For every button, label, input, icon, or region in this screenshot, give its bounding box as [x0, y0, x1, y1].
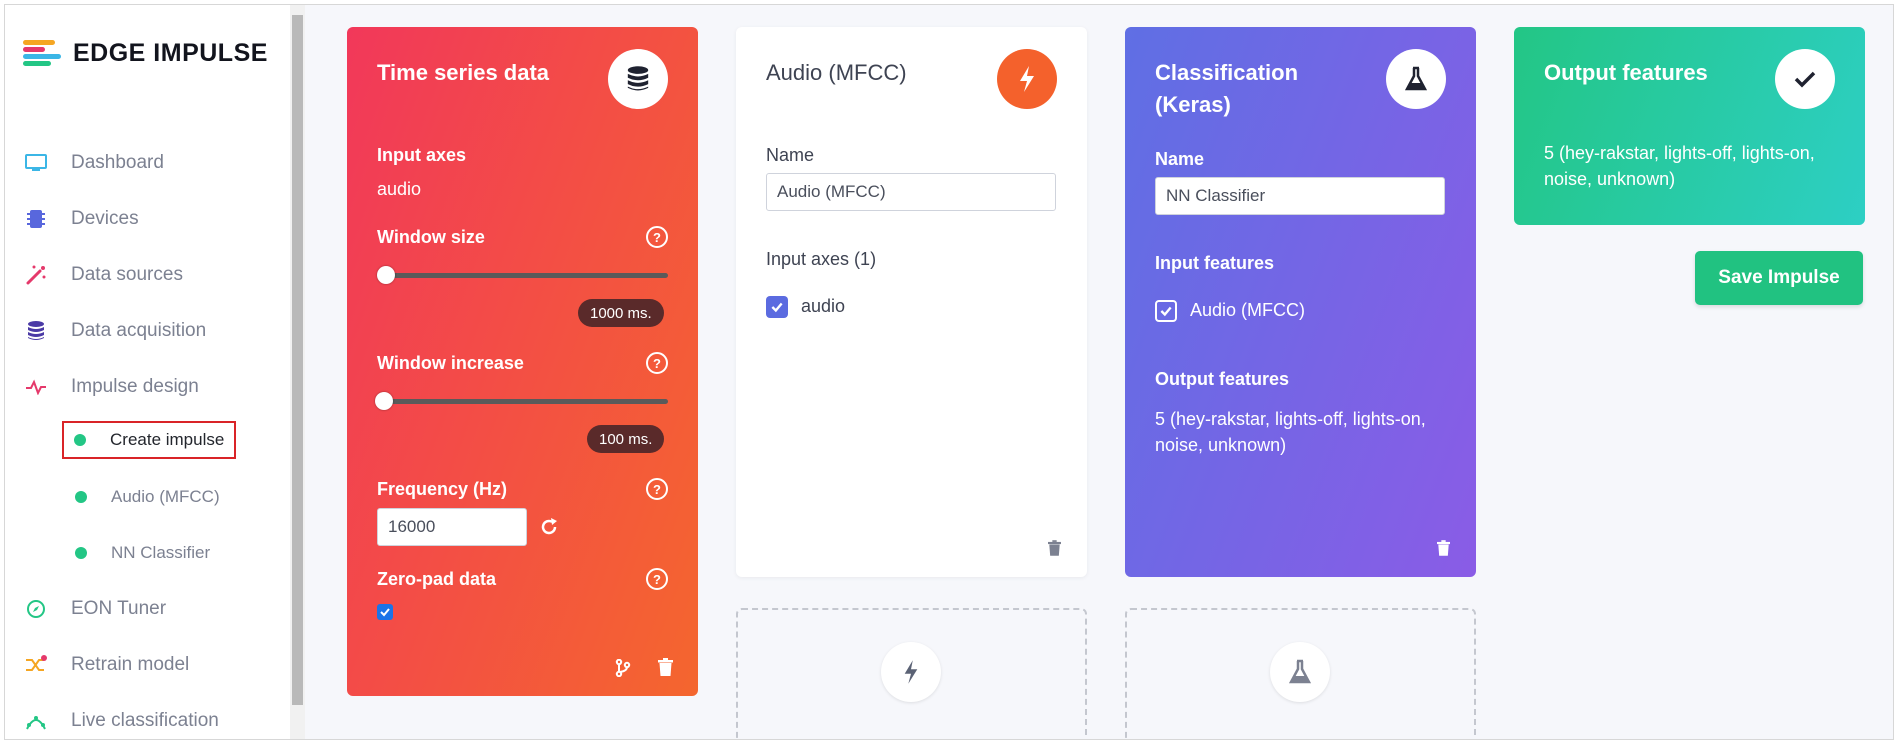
shuffle-icon: [23, 652, 49, 678]
sidebar-item-live-classification[interactable]: Live classification: [23, 706, 219, 736]
brand-name: EDGE IMPULSE: [73, 38, 268, 67]
window-increase-slider-thumb[interactable]: [375, 392, 393, 410]
save-impulse-button[interactable]: Save Impulse: [1695, 251, 1863, 305]
database-icon: [608, 49, 668, 109]
sidebar-item-label: Devices: [71, 208, 139, 229]
flask-icon: [1386, 49, 1446, 109]
lightning-icon: [997, 49, 1057, 109]
input-feature-checkbox[interactable]: [1155, 300, 1177, 322]
add-processing-block[interactable]: [736, 608, 1087, 739]
flask-icon: [1270, 642, 1330, 702]
output-features-line1: 5 (hey-rakstar, lights-off, lights-on,: [1544, 143, 1815, 163]
sidebar-item-label: EON Tuner: [71, 598, 167, 619]
classification-card: Classification (Keras) Name Input featur…: [1125, 27, 1476, 577]
audio-axis-label: audio: [801, 296, 846, 316]
input-axes-label: Input axes: [377, 145, 467, 165]
card-title-line2: (Keras): [1155, 92, 1231, 117]
sidebar-subitem-label: NN Classifier: [111, 543, 211, 562]
add-learning-block[interactable]: [1125, 608, 1476, 739]
status-dot-icon: [74, 434, 86, 446]
audio-mfcc-card: Audio (MFCC) Name Input axes (1) audio: [736, 27, 1087, 577]
time-series-card: Time series data Input axes audio Window…: [347, 27, 698, 696]
window-increase-label: Window increase: [377, 353, 524, 373]
frequency-input[interactable]: [377, 508, 527, 546]
status-dot-icon: [75, 491, 87, 503]
input-feature-label: Audio (MFCC): [1190, 300, 1306, 320]
help-icon[interactable]: ?: [646, 226, 668, 248]
sidebar-item-eon-tuner[interactable]: EON Tuner: [23, 594, 166, 624]
sidebar-item-label: Impulse design: [71, 376, 199, 397]
app-frame: EDGE IMPULSE Dashboard Devices Data sour…: [4, 4, 1894, 740]
block-name-input[interactable]: [1155, 177, 1445, 215]
sidebar-item-retrain-model[interactable]: Retrain model: [23, 650, 189, 680]
chip-icon: [23, 206, 49, 232]
compass-icon: [23, 596, 49, 622]
trash-icon[interactable]: [1048, 540, 1061, 561]
name-label: Name: [766, 145, 815, 165]
frequency-label: Frequency (Hz): [377, 479, 508, 499]
window-size-value: 1000 ms.: [578, 299, 664, 327]
trash-icon[interactable]: [1437, 540, 1450, 561]
branch-icon[interactable]: [615, 658, 631, 682]
audio-axis-checkbox[interactable]: [766, 296, 788, 318]
scrollbar-thumb[interactable]: [292, 15, 303, 705]
input-axes-value: audio: [377, 179, 422, 199]
sidebar-subitem-label: Audio (MFCC): [111, 487, 220, 506]
sidebar-item-label: Dashboard: [71, 152, 164, 173]
name-label: Name: [1155, 149, 1205, 169]
block-name-input[interactable]: [766, 173, 1056, 211]
sidebar-item-dashboard[interactable]: Dashboard: [23, 148, 164, 178]
output-features-label: Output features: [1155, 369, 1290, 389]
database-icon: [23, 318, 49, 344]
sidebar: EDGE IMPULSE Dashboard Devices Data sour…: [5, 5, 290, 739]
input-axes-label: Input axes (1): [766, 249, 877, 269]
output-features-card: Output features 5 (hey-rakstar, lights-o…: [1514, 27, 1865, 225]
sidebar-subitem-nn-classifier[interactable]: NN Classifier: [65, 536, 210, 570]
lightning-icon: [881, 642, 941, 702]
card-title-line1: Classification: [1155, 60, 1299, 85]
zero-pad-checkbox[interactable]: [377, 604, 393, 620]
trash-icon[interactable]: [658, 658, 673, 681]
card-title: Time series data: [377, 60, 550, 85]
output-features-line2: noise, unknown): [1544, 169, 1676, 189]
edge-impulse-logo-icon: [23, 38, 63, 68]
output-features-line2: noise, unknown): [1155, 435, 1287, 455]
sidebar-item-impulse-design[interactable]: Impulse design: [23, 372, 199, 402]
status-dot-icon: [75, 547, 87, 559]
magic-wand-icon: [23, 262, 49, 288]
window-increase-slider[interactable]: [377, 399, 668, 404]
checkmark-icon: [1775, 49, 1835, 109]
impulse-design-area: Time series data Input axes audio Window…: [305, 5, 1893, 739]
output-features-line1: 5 (hey-rakstar, lights-off, lights-on,: [1155, 409, 1426, 429]
sidebar-item-devices[interactable]: Devices: [23, 204, 139, 234]
help-icon[interactable]: ?: [646, 568, 668, 590]
card-title: Output features: [1544, 60, 1708, 85]
monitor-icon: [23, 150, 49, 176]
sidebar-item-label: Retrain model: [71, 654, 190, 675]
window-size-slider[interactable]: [377, 273, 668, 278]
zero-pad-label: Zero-pad data: [377, 569, 497, 589]
input-features-label: Input features: [1155, 253, 1275, 273]
help-icon[interactable]: ?: [646, 352, 668, 374]
sidebar-subitem-label: Create impulse: [110, 430, 225, 449]
sidebar-item-label: Data acquisition: [71, 320, 207, 341]
sidebar-item-data-acquisition[interactable]: Data acquisition: [23, 316, 206, 346]
window-size-label: Window size: [377, 227, 485, 247]
sidebar-item-label: Data sources: [71, 264, 183, 285]
sidebar-item-label: Live classification: [71, 710, 219, 731]
sidebar-item-data-sources[interactable]: Data sources: [23, 260, 183, 290]
refresh-icon[interactable]: [539, 517, 559, 542]
sidebar-subitem-create-impulse[interactable]: Create impulse: [62, 421, 237, 459]
brand-logo[interactable]: EDGE IMPULSE: [23, 38, 268, 68]
window-size-slider-thumb[interactable]: [377, 266, 395, 284]
sidebar-scrollbar[interactable]: [290, 5, 305, 739]
help-icon[interactable]: ?: [646, 478, 668, 500]
card-title: Audio (MFCC): [766, 60, 907, 85]
sidebar-subitem-audio-mfcc[interactable]: Audio (MFCC): [65, 480, 220, 514]
pulse-icon: [23, 374, 49, 400]
network-icon: [23, 708, 49, 734]
window-increase-value: 100 ms.: [587, 425, 665, 453]
